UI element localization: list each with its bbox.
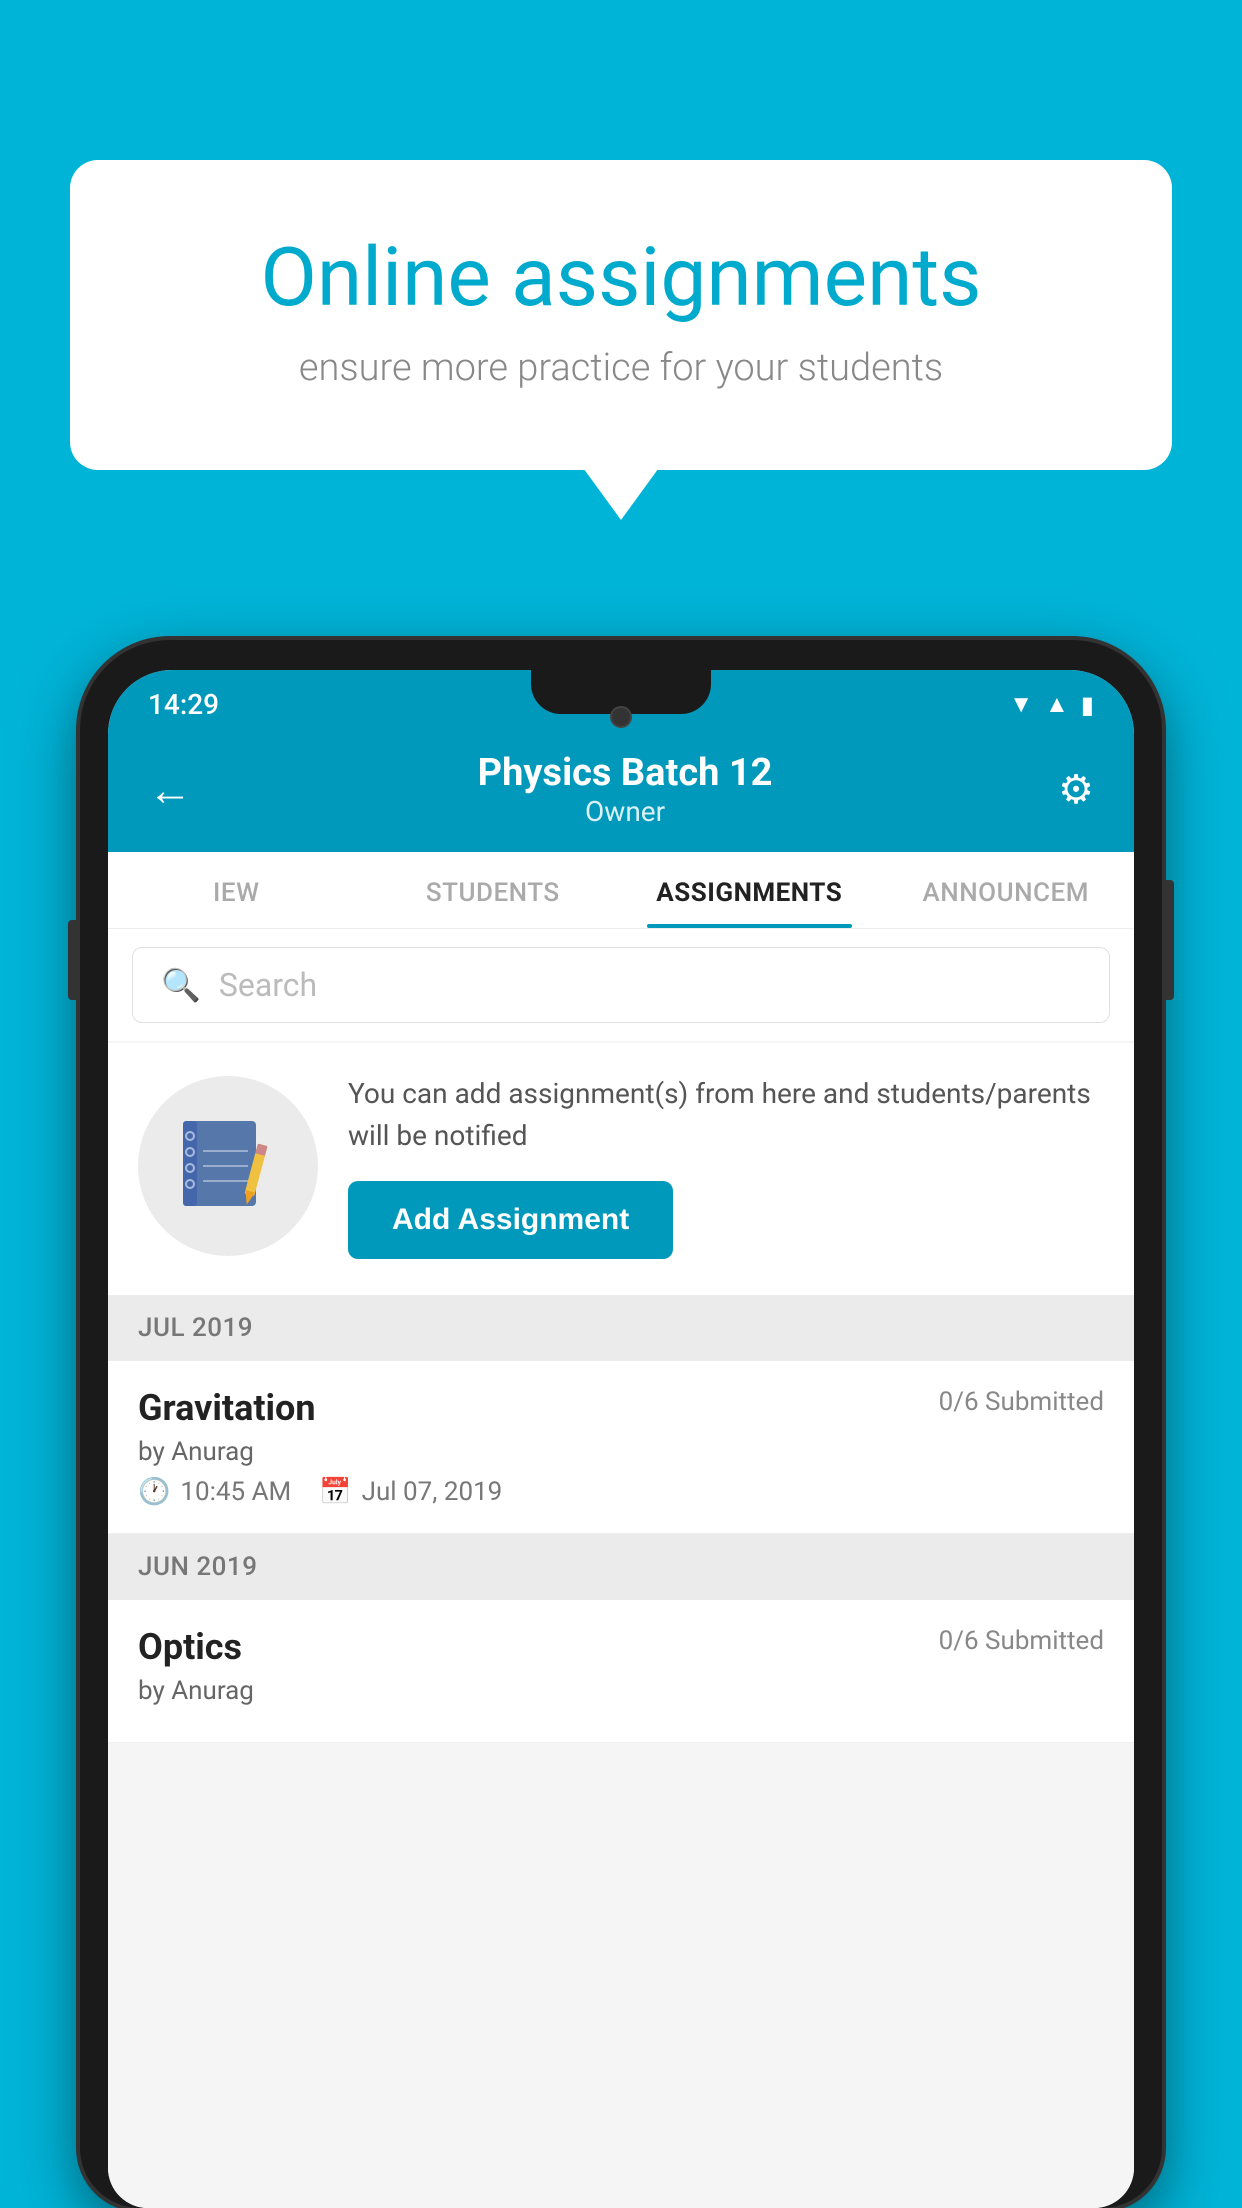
assignment-name-optics: Optics — [138, 1626, 242, 1668]
phone-notch — [531, 670, 711, 714]
phone-side-right — [1166, 880, 1174, 1000]
tab-assignments[interactable]: ASSIGNMENTS — [621, 852, 878, 928]
tab-iew[interactable]: IEW — [108, 852, 365, 928]
section-jul-2019: JUL 2019 — [108, 1295, 1134, 1361]
settings-button[interactable]: ⚙ — [1058, 766, 1094, 813]
assignment-submitted-gravitation: 0/6 Submitted — [939, 1387, 1104, 1417]
header-title-area: Physics Batch 12 Owner — [478, 751, 773, 828]
assignment-by-gravitation: by Anurag — [138, 1437, 1104, 1467]
battery-icon: ▮ — [1081, 691, 1094, 719]
assignment-optics-row1: Optics 0/6 Submitted — [138, 1626, 1104, 1668]
calendar-icon: 📅 — [319, 1477, 351, 1507]
header-subtitle: Owner — [478, 795, 773, 828]
tab-students[interactable]: STUDENTS — [365, 852, 622, 928]
bubble-title: Online assignments — [150, 230, 1092, 326]
promo-description: You can add assignment(s) from here and … — [348, 1073, 1104, 1157]
search-placeholder: Search — [219, 966, 317, 1004]
assignment-row1: Gravitation 0/6 Submitted — [138, 1387, 1104, 1429]
phone-screen: 14:29 ▼ ▲ ▮ ← Physics Batch 12 Owner ⚙ I… — [108, 670, 1134, 2208]
screen-content: 🔍 Search — [108, 929, 1134, 2208]
assignment-date-gravitation: Jul 07, 2019 — [362, 1477, 503, 1507]
assignment-by-optics: by Anurag — [138, 1676, 1104, 1706]
assignment-promo: You can add assignment(s) from here and … — [108, 1043, 1134, 1295]
time-info-gravitation: 🕐 10:45 AM — [138, 1477, 291, 1507]
bubble-subtitle: ensure more practice for your students — [150, 346, 1092, 390]
tab-announcements[interactable]: ANNOUNCEM — [878, 852, 1135, 928]
tab-bar: IEW STUDENTS ASSIGNMENTS ANNOUNCEM — [108, 852, 1134, 929]
wifi-icon: ▼ — [1009, 690, 1033, 719]
promo-text-area: You can add assignment(s) from here and … — [348, 1073, 1104, 1259]
promo-icon-wrap — [138, 1076, 318, 1256]
notebook-icon — [183, 1116, 273, 1216]
assignment-optics[interactable]: Optics 0/6 Submitted by Anurag — [108, 1600, 1134, 1743]
status-time: 14:29 — [148, 688, 219, 721]
assignment-time-gravitation: 10:45 AM — [180, 1477, 291, 1507]
phone-camera — [610, 706, 632, 728]
search-icon: 🔍 — [161, 966, 201, 1004]
back-button[interactable]: ← — [148, 764, 192, 816]
section-jun-2019: JUN 2019 — [108, 1534, 1134, 1600]
search-bar[interactable]: 🔍 Search — [132, 947, 1110, 1023]
assignment-gravitation[interactable]: Gravitation 0/6 Submitted by Anurag 🕐 10… — [108, 1361, 1134, 1534]
search-bar-wrap: 🔍 Search — [108, 929, 1134, 1041]
assignment-submitted-optics: 0/6 Submitted — [939, 1626, 1104, 1656]
speech-bubble: Online assignments ensure more practice … — [70, 160, 1172, 470]
signal-icon: ▲ — [1045, 690, 1069, 719]
clock-icon: 🕐 — [138, 1477, 170, 1507]
header-title: Physics Batch 12 — [478, 751, 773, 795]
speech-bubble-area: Online assignments ensure more practice … — [70, 160, 1172, 470]
assignment-meta-gravitation: 🕐 10:45 AM 📅 Jul 07, 2019 — [138, 1477, 1104, 1507]
add-assignment-button[interactable]: Add Assignment — [348, 1181, 673, 1259]
status-icons: ▼ ▲ ▮ — [1009, 690, 1094, 719]
phone-side-left — [68, 920, 76, 1000]
phone-frame: 14:29 ▼ ▲ ▮ ← Physics Batch 12 Owner ⚙ I… — [80, 640, 1162, 2208]
app-header: ← Physics Batch 12 Owner ⚙ — [108, 731, 1134, 852]
date-info-gravitation: 📅 Jul 07, 2019 — [319, 1477, 502, 1507]
assignment-name-gravitation: Gravitation — [138, 1387, 316, 1429]
